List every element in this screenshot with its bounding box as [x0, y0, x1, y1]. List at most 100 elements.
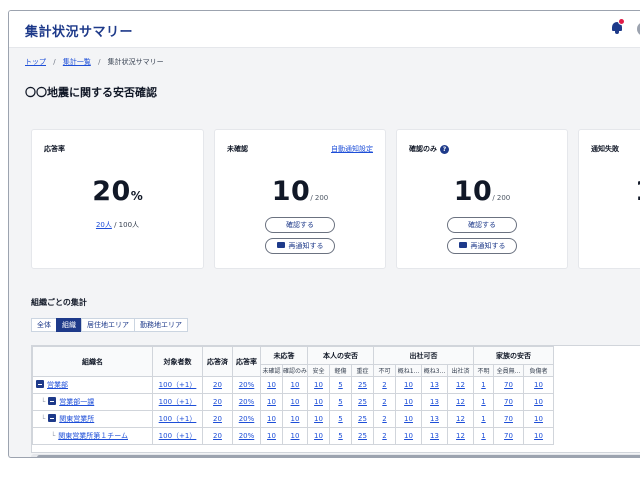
cell-link[interactable]: 2	[382, 381, 386, 389]
cell-link[interactable]: 5	[338, 432, 342, 440]
filter-tab-organization[interactable]: 組織	[56, 318, 82, 332]
cell-link[interactable]: 100（+1）	[159, 381, 197, 389]
cell-link[interactable]: 10	[314, 415, 323, 423]
cell-link[interactable]: 20%	[239, 415, 255, 423]
mail-icon	[458, 242, 467, 248]
org-name-link[interactable]: 営業部	[47, 381, 68, 389]
resend-button[interactable]: 再通知する	[447, 238, 517, 254]
cell-link[interactable]: 10	[291, 398, 300, 406]
resend-button[interactable]: 再通知する	[265, 238, 335, 254]
cell-link[interactable]: 70	[504, 432, 513, 440]
target-cell: 100（+1）	[152, 410, 203, 428]
cell-link[interactable]: 10	[534, 381, 543, 389]
cell-link[interactable]: 10	[404, 415, 413, 423]
cell-link[interactable]: 12	[456, 432, 465, 440]
cell-link[interactable]: 10	[267, 398, 276, 406]
cell-link[interactable]: 12	[456, 381, 465, 389]
cell-link[interactable]: 20	[213, 432, 222, 440]
cell-link[interactable]: 12	[456, 398, 465, 406]
filter-tab-residence-area[interactable]: 居住地エリア	[81, 318, 135, 332]
cell-link[interactable]: 2	[382, 415, 386, 423]
target-cell: 100（+1）	[152, 376, 203, 394]
cell-link[interactable]: 1	[481, 432, 485, 440]
subheader: 概ね3...	[421, 364, 449, 377]
collapse-icon[interactable]	[36, 380, 44, 388]
breadcrumb-list-link[interactable]: 集計一覧	[63, 58, 91, 66]
cell-link[interactable]: 1	[481, 398, 485, 406]
cell-link[interactable]: 10	[314, 381, 323, 389]
collapse-icon[interactable]	[48, 414, 57, 422]
cell-link[interactable]: 25	[358, 381, 367, 389]
count-cell: 10	[523, 427, 555, 445]
cell-link[interactable]: 2	[382, 398, 386, 406]
count-cell: 10	[281, 427, 309, 445]
help-icon[interactable]: ?	[440, 144, 449, 154]
cell-link[interactable]: 12	[456, 415, 465, 423]
cell-link[interactable]: 5	[338, 398, 342, 406]
cell-link[interactable]: 13	[430, 398, 439, 406]
cell-link[interactable]: 10	[267, 381, 276, 389]
cell-link[interactable]: 10	[404, 398, 413, 406]
responded-count-link[interactable]: 20人	[96, 221, 112, 229]
cell-link[interactable]: 10	[534, 398, 543, 406]
cell-link[interactable]: 20	[213, 381, 222, 389]
scrollbar-thumb[interactable]	[37, 455, 640, 457]
answered-cell: 20	[202, 393, 233, 411]
cell-link[interactable]: 20	[213, 398, 222, 406]
count-cell: 10	[307, 427, 331, 445]
cell-link[interactable]: 10	[534, 415, 543, 423]
filter-tab-work-area[interactable]: 勤務地エリア	[134, 318, 188, 332]
cell-link[interactable]: 25	[358, 432, 367, 440]
cell-link[interactable]: 70	[504, 415, 513, 423]
cell-link[interactable]: 10	[404, 381, 413, 389]
cell-link[interactable]: 10	[291, 415, 300, 423]
cell-link[interactable]: 100（+1）	[159, 432, 197, 440]
cell-link[interactable]: 25	[358, 415, 367, 423]
cell-link[interactable]: 13	[430, 415, 439, 423]
count-cell: 10	[523, 410, 555, 428]
cell-link[interactable]: 20	[213, 415, 222, 423]
confirm-button-label: 確認する	[468, 221, 496, 229]
org-name-link[interactable]: 関東営業所第１チーム	[58, 432, 128, 440]
notification-bell-icon[interactable]	[611, 18, 625, 34]
denominator: / 200	[310, 194, 329, 202]
cell-link[interactable]: 10	[291, 432, 300, 440]
big-number: 1	[635, 176, 640, 207]
org-name-link[interactable]: 関東営業所	[59, 415, 94, 423]
cell-link[interactable]: 25	[358, 398, 367, 406]
cell-link[interactable]: 100（+1）	[159, 398, 197, 406]
collapse-icon[interactable]	[48, 397, 57, 405]
count-cell: 25	[351, 410, 375, 428]
count-cell: 10	[260, 393, 283, 411]
confirm-button[interactable]: 確認する	[265, 217, 335, 233]
subheader: 未確認	[260, 364, 283, 377]
cell-link[interactable]: 5	[338, 381, 342, 389]
breadcrumb: トップ / 集計一覧 / 集計状況サマリー	[25, 57, 164, 67]
cell-link[interactable]: 10	[534, 432, 543, 440]
cell-link[interactable]: 20%	[239, 398, 255, 406]
cell-link[interactable]: 10	[314, 432, 323, 440]
auto-notify-settings-link[interactable]: 自動通知設定	[331, 144, 373, 154]
cell-link[interactable]: 10	[404, 432, 413, 440]
cell-link[interactable]: 10	[267, 415, 276, 423]
cell-link[interactable]: 20%	[239, 381, 255, 389]
cell-link[interactable]: 70	[504, 398, 513, 406]
cell-link[interactable]: 10	[267, 432, 276, 440]
cell-link[interactable]: 1	[481, 381, 485, 389]
breadcrumb-home-link[interactable]: トップ	[25, 58, 46, 66]
horizontal-scrollbar[interactable]	[31, 454, 640, 457]
cell-link[interactable]: 100（+1）	[159, 415, 197, 423]
cell-link[interactable]: 10	[314, 398, 323, 406]
cell-link[interactable]: 20%	[239, 432, 255, 440]
app-window: 集計状況サマリー トップ / 集計一覧 / 集計状況サマリー 〇〇地震に関する安…	[8, 10, 640, 458]
org-name-link[interactable]: 営業部一課	[59, 398, 94, 406]
cell-link[interactable]: 2	[382, 432, 386, 440]
filter-tab-all[interactable]: 全体	[31, 318, 57, 332]
confirm-button[interactable]: 確認する	[447, 217, 517, 233]
cell-link[interactable]: 10	[291, 381, 300, 389]
cell-link[interactable]: 70	[504, 381, 513, 389]
cell-link[interactable]: 1	[481, 415, 485, 423]
cell-link[interactable]: 5	[338, 415, 342, 423]
cell-link[interactable]: 13	[430, 432, 439, 440]
cell-link[interactable]: 13	[430, 381, 439, 389]
